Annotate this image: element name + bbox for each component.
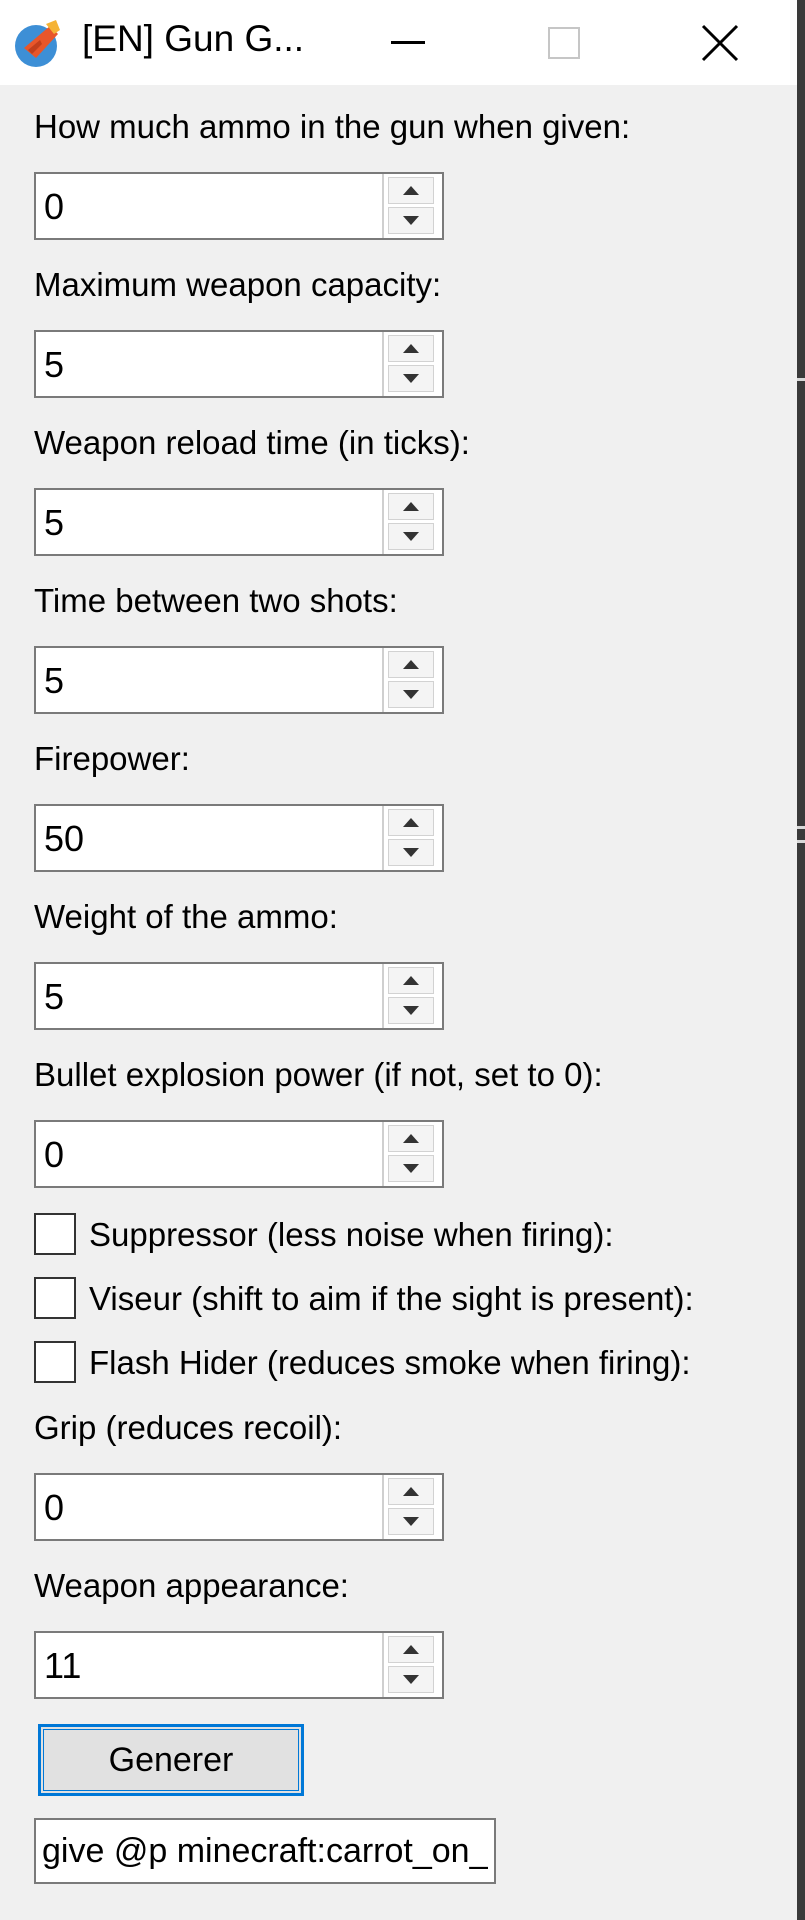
- ammo-weight-label: Weight of the ammo:: [34, 898, 338, 935]
- spin-up-button[interactable]: [388, 493, 434, 520]
- viseur-checkbox[interactable]: [34, 1277, 76, 1319]
- spinner-buttons: [382, 964, 442, 1028]
- spin-up-button[interactable]: [388, 651, 434, 678]
- close-icon: [701, 24, 739, 61]
- max-capacity-label: Maximum weapon capacity:: [34, 266, 442, 303]
- arrow-down-icon: [403, 848, 419, 857]
- firepower-spinner[interactable]: 50: [34, 804, 444, 872]
- app-window: [EN] Gun G... How much ammo in the gun w…: [0, 0, 797, 1920]
- command-output-input[interactable]: [36, 1820, 494, 1882]
- maximize-icon: [548, 26, 580, 59]
- spin-up-button[interactable]: [388, 177, 434, 204]
- spinner-buttons: [382, 1475, 442, 1539]
- generate-button[interactable]: Generer: [38, 1724, 304, 1796]
- shot-interval-spinner[interactable]: 5: [34, 646, 444, 714]
- appearance-value[interactable]: 11: [44, 1645, 81, 1687]
- edge-tick: [797, 378, 805, 381]
- spin-up-button[interactable]: [388, 335, 434, 362]
- explosion-power-label: Bullet explosion power (if not, set to 0…: [34, 1056, 603, 1093]
- viseur-label[interactable]: Viseur (shift to aim if the sight is pre…: [89, 1280, 694, 1318]
- max-capacity-spinner[interactable]: 5: [34, 330, 444, 398]
- shot-interval-label: Time between two shots:: [34, 582, 398, 619]
- reload-time-spinner[interactable]: 5: [34, 488, 444, 556]
- firepower-label: Firepower:: [34, 740, 190, 777]
- spin-down-button[interactable]: [388, 207, 434, 234]
- spin-down-button[interactable]: [388, 365, 434, 392]
- ammo-given-spinner[interactable]: 0: [34, 172, 444, 240]
- spinner-buttons: [382, 490, 442, 554]
- maximize-button[interactable]: [486, 0, 642, 85]
- ammo-given-value[interactable]: 0: [44, 186, 64, 228]
- arrow-up-icon: [403, 344, 419, 353]
- focus-ring: [43, 1729, 299, 1791]
- arrow-up-icon: [403, 186, 419, 195]
- window-title: [EN] Gun G...: [82, 18, 305, 59]
- arrow-down-icon: [403, 1675, 419, 1684]
- minimize-button[interactable]: [330, 0, 486, 85]
- ammo-given-label: How much ammo in the gun when given:: [34, 108, 631, 145]
- command-output-field[interactable]: [34, 1818, 496, 1884]
- arrow-down-icon: [403, 1006, 419, 1015]
- arrow-up-icon: [403, 502, 419, 511]
- spinner-buttons: [382, 174, 442, 238]
- arrow-up-icon: [403, 660, 419, 669]
- arrow-up-icon: [403, 1487, 419, 1496]
- spin-up-button[interactable]: [388, 1125, 434, 1152]
- suppressor-checkbox[interactable]: [34, 1213, 76, 1255]
- max-capacity-value[interactable]: 5: [44, 344, 64, 386]
- edge-tick: [797, 840, 805, 843]
- spin-up-button[interactable]: [388, 809, 434, 836]
- spin-down-button[interactable]: [388, 681, 434, 708]
- firepower-value[interactable]: 50: [44, 818, 84, 860]
- arrow-down-icon: [403, 690, 419, 699]
- arrow-down-icon: [403, 532, 419, 541]
- appearance-spinner[interactable]: 11: [34, 1631, 444, 1699]
- arrow-down-icon: [403, 216, 419, 225]
- explosion-power-value[interactable]: 0: [44, 1134, 64, 1176]
- grip-value[interactable]: 0: [44, 1487, 64, 1529]
- spin-up-button[interactable]: [388, 1478, 434, 1505]
- spin-down-button[interactable]: [388, 839, 434, 866]
- minimize-icon: [391, 40, 425, 44]
- spin-up-button[interactable]: [388, 967, 434, 994]
- title-bar[interactable]: [EN] Gun G...: [0, 0, 797, 85]
- reload-time-label: Weapon reload time (in ticks):: [34, 424, 470, 461]
- spin-down-button[interactable]: [388, 997, 434, 1024]
- reload-time-value[interactable]: 5: [44, 502, 64, 544]
- close-button[interactable]: [642, 0, 798, 85]
- ammo-weight-value[interactable]: 5: [44, 976, 64, 1018]
- arrow-down-icon: [403, 1517, 419, 1526]
- arrow-up-icon: [403, 818, 419, 827]
- arrow-down-icon: [403, 1164, 419, 1173]
- spin-down-button[interactable]: [388, 523, 434, 550]
- arrow-up-icon: [403, 1134, 419, 1143]
- arrow-down-icon: [403, 374, 419, 383]
- explosion-power-spinner[interactable]: 0: [34, 1120, 444, 1188]
- ammo-weight-spinner[interactable]: 5: [34, 962, 444, 1030]
- spin-down-button[interactable]: [388, 1155, 434, 1182]
- spinner-buttons: [382, 806, 442, 870]
- spinner-buttons: [382, 332, 442, 396]
- spin-down-button[interactable]: [388, 1666, 434, 1693]
- background-window-edge: [797, 0, 805, 1920]
- spinner-buttons: [382, 1122, 442, 1186]
- spinner-buttons: [382, 648, 442, 712]
- flash-hider-checkbox[interactable]: [34, 1341, 76, 1383]
- arrow-up-icon: [403, 976, 419, 985]
- spin-up-button[interactable]: [388, 1636, 434, 1663]
- flash-hider-label[interactable]: Flash Hider (reduces smoke when firing):: [89, 1344, 691, 1382]
- appearance-label: Weapon appearance:: [34, 1567, 349, 1604]
- grip-spinner[interactable]: 0: [34, 1473, 444, 1541]
- grip-label: Grip (reduces recoil):: [34, 1409, 343, 1446]
- spinner-buttons: [382, 1633, 442, 1697]
- app-logo-icon: [15, 20, 60, 67]
- arrow-up-icon: [403, 1645, 419, 1654]
- suppressor-label[interactable]: Suppressor (less noise when firing):: [89, 1216, 614, 1254]
- edge-tick: [797, 826, 805, 829]
- spin-down-button[interactable]: [388, 1508, 434, 1535]
- shot-interval-value[interactable]: 5: [44, 660, 64, 702]
